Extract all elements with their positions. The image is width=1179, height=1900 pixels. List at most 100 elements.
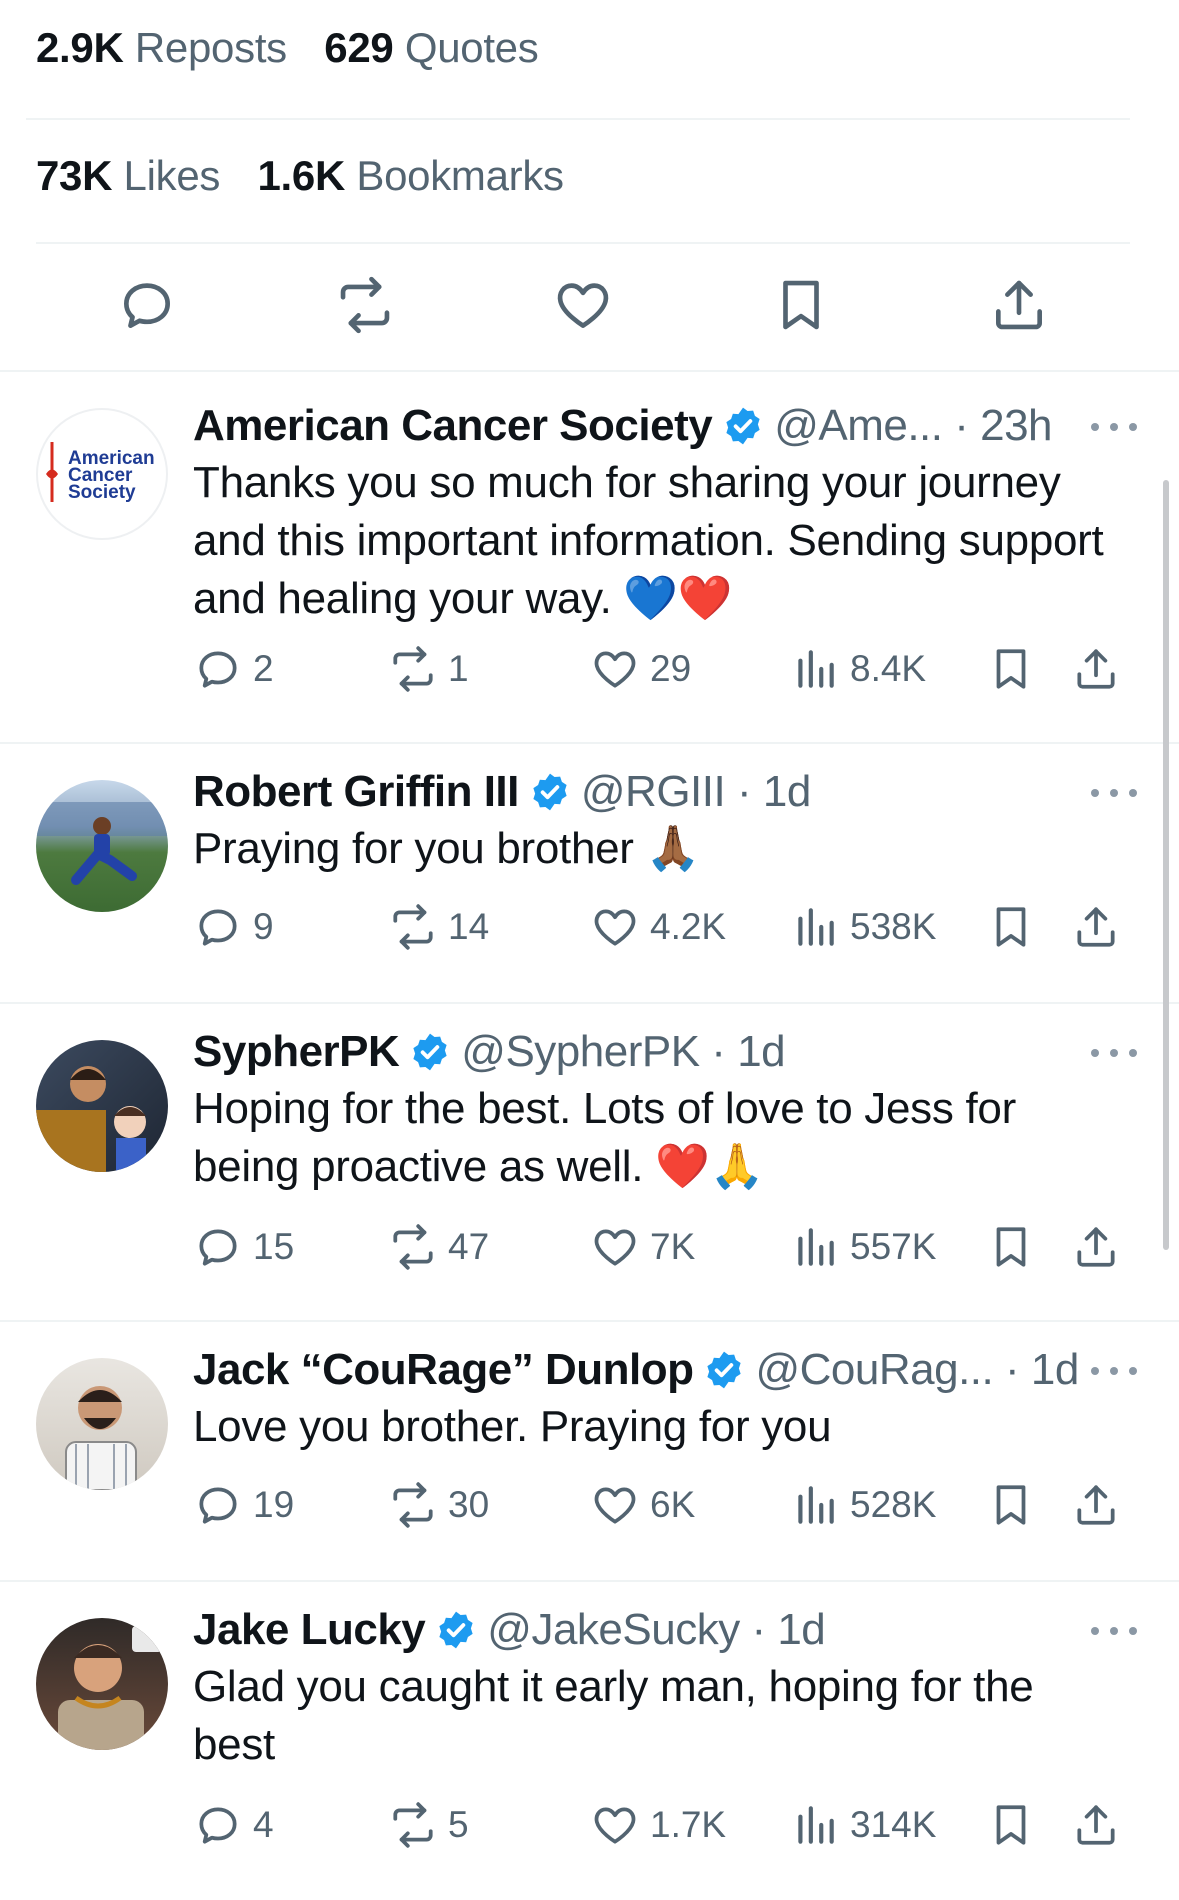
- reply-item[interactable]: SypherPK @SypherPK · 1d Hoping for the b…: [0, 1002, 1179, 1320]
- likes-label[interactable]: Likes: [124, 152, 221, 199]
- timestamp[interactable]: 1d: [763, 767, 811, 817]
- reply-count-button[interactable]: 19: [193, 1475, 294, 1535]
- separator-dot: ·: [739, 1605, 778, 1654]
- like-button[interactable]: [548, 270, 618, 340]
- handle[interactable]: @JakeSucky: [487, 1605, 740, 1655]
- reply-count-button[interactable]: 15: [193, 1217, 294, 1277]
- display-name[interactable]: Jack “CouRage” Dunlop: [193, 1345, 694, 1395]
- reply-icon: [193, 1800, 243, 1850]
- more-options-icon[interactable]: [1091, 417, 1137, 437]
- display-name[interactable]: SypherPK: [193, 1027, 400, 1077]
- quotes-count[interactable]: 629: [324, 24, 393, 71]
- bookmark-button[interactable]: [986, 639, 1036, 699]
- like-count-button[interactable]: 1.7K: [590, 1795, 726, 1855]
- views-count-button[interactable]: 528K: [790, 1475, 936, 1535]
- more-options-icon[interactable]: [1091, 1621, 1137, 1641]
- quotes-label[interactable]: Quotes: [405, 24, 539, 71]
- reply-text: Glad you caught it early man, hoping for…: [193, 1662, 1034, 1769]
- reply-count-button[interactable]: 2: [193, 639, 274, 699]
- repost-count-button[interactable]: 5: [388, 1795, 469, 1855]
- reply-count: 4: [253, 1804, 274, 1845]
- reply-header: Jack “CouRage” Dunlop @CouRag... · 1d: [193, 1340, 1119, 1400]
- handle[interactable]: @Ame...: [774, 401, 943, 451]
- bookmark-button[interactable]: [986, 1475, 1036, 1535]
- verified-icon: [529, 771, 571, 813]
- reply-item[interactable]: Jack “CouRage” Dunlop @CouRag... · 1d Lo…: [0, 1320, 1179, 1580]
- handle[interactable]: @SypherPK: [461, 1027, 700, 1077]
- verified-icon: [722, 405, 764, 447]
- views-icon: [790, 1480, 840, 1530]
- repost-count: 1: [448, 648, 469, 689]
- reply-icon: [193, 644, 243, 694]
- bookmarks-label[interactable]: Bookmarks: [356, 152, 564, 199]
- share-button[interactable]: [1071, 1795, 1121, 1855]
- stats-row-likes-bookmarks: 73K Likes 1.6K Bookmarks: [36, 152, 590, 200]
- reply-item[interactable]: American Cancer Society American Cancer …: [0, 370, 1179, 742]
- more-options-icon[interactable]: [1091, 1043, 1137, 1063]
- views-count: 8.4K: [850, 648, 927, 689]
- share-icon: [996, 280, 1042, 330]
- display-name[interactable]: Jake Lucky: [193, 1605, 426, 1655]
- timestamp[interactable]: 1d: [737, 1027, 785, 1077]
- avatar[interactable]: [36, 1618, 168, 1750]
- like-count: 4.2K: [650, 906, 727, 947]
- more-options-icon[interactable]: [1091, 1361, 1137, 1381]
- bookmark-button[interactable]: [986, 1795, 1036, 1855]
- reposts-label[interactable]: Reposts: [135, 24, 287, 71]
- avatar[interactable]: [36, 780, 168, 912]
- separator-dot: ·: [993, 1345, 1031, 1394]
- views-count-button[interactable]: 8.4K: [790, 639, 926, 699]
- share-icon: [1071, 902, 1121, 952]
- bookmark-icon: [986, 1222, 1036, 1272]
- like-count: 1.7K: [650, 1804, 727, 1845]
- timestamp[interactable]: 1d: [777, 1605, 825, 1655]
- display-name[interactable]: American Cancer Society: [193, 401, 713, 451]
- bookmark-button[interactable]: [986, 1217, 1036, 1277]
- bookmark-button[interactable]: [986, 897, 1036, 957]
- handle[interactable]: @RGIII: [581, 767, 726, 817]
- repost-count-button[interactable]: 47: [388, 1217, 489, 1277]
- reply-count-button[interactable]: 9: [193, 897, 274, 957]
- bookmarks-count[interactable]: 1.6K: [257, 152, 345, 199]
- share-button[interactable]: [1071, 639, 1121, 699]
- more-options-icon[interactable]: [1091, 783, 1137, 803]
- handle[interactable]: @CouRag...: [755, 1345, 993, 1395]
- like-icon: [590, 902, 640, 952]
- reply-metrics: 19 30 6K 528K: [193, 1475, 1153, 1535]
- repost-count-button[interactable]: 14: [388, 897, 489, 957]
- timestamp[interactable]: 1d: [1031, 1345, 1079, 1395]
- repost-button[interactable]: [330, 270, 400, 340]
- avatar[interactable]: [36, 1358, 168, 1490]
- reposts-count[interactable]: 2.9K: [36, 24, 124, 71]
- avatar[interactable]: [36, 1040, 168, 1172]
- share-button[interactable]: [1071, 1217, 1121, 1277]
- reply-header: American Cancer Society @Ame... · 23h: [193, 396, 1119, 456]
- like-count-button[interactable]: 6K: [590, 1475, 695, 1535]
- reply-text: Hoping for the best. Lots of love to Jes…: [193, 1084, 1016, 1191]
- scrollbar[interactable]: [1163, 480, 1169, 1250]
- display-name[interactable]: Robert Griffin III: [193, 767, 519, 817]
- verified-icon: [435, 1609, 477, 1651]
- reply-item[interactable]: Jake Lucky @JakeSucky · 1d Glad you caug…: [0, 1580, 1179, 1900]
- reply-header: Robert Griffin III @RGIII · 1d: [193, 762, 1119, 822]
- views-count-button[interactable]: 538K: [790, 897, 936, 957]
- reply-item[interactable]: Robert Griffin III @RGIII · 1d Praying f…: [0, 742, 1179, 1002]
- share-button[interactable]: [1071, 1475, 1121, 1535]
- likes-count[interactable]: 73K: [36, 152, 112, 199]
- reply-count-button[interactable]: 4: [193, 1795, 274, 1855]
- repost-icon: [388, 1800, 438, 1850]
- share-button[interactable]: [1071, 897, 1121, 957]
- views-count-button[interactable]: 314K: [790, 1795, 936, 1855]
- share-button[interactable]: [984, 270, 1054, 340]
- repost-count-button[interactable]: 1: [388, 639, 469, 699]
- bookmark-icon: [986, 644, 1036, 694]
- like-count-button[interactable]: 4.2K: [590, 897, 726, 957]
- repost-count-button[interactable]: 30: [388, 1475, 489, 1535]
- bookmark-button[interactable]: [766, 270, 836, 340]
- avatar[interactable]: American Cancer Society: [36, 408, 168, 540]
- like-count-button[interactable]: 7K: [590, 1217, 695, 1277]
- views-count-button[interactable]: 557K: [790, 1217, 936, 1277]
- like-count-button[interactable]: 29: [590, 639, 691, 699]
- timestamp[interactable]: 23h: [980, 401, 1052, 451]
- reply-button[interactable]: [112, 270, 182, 340]
